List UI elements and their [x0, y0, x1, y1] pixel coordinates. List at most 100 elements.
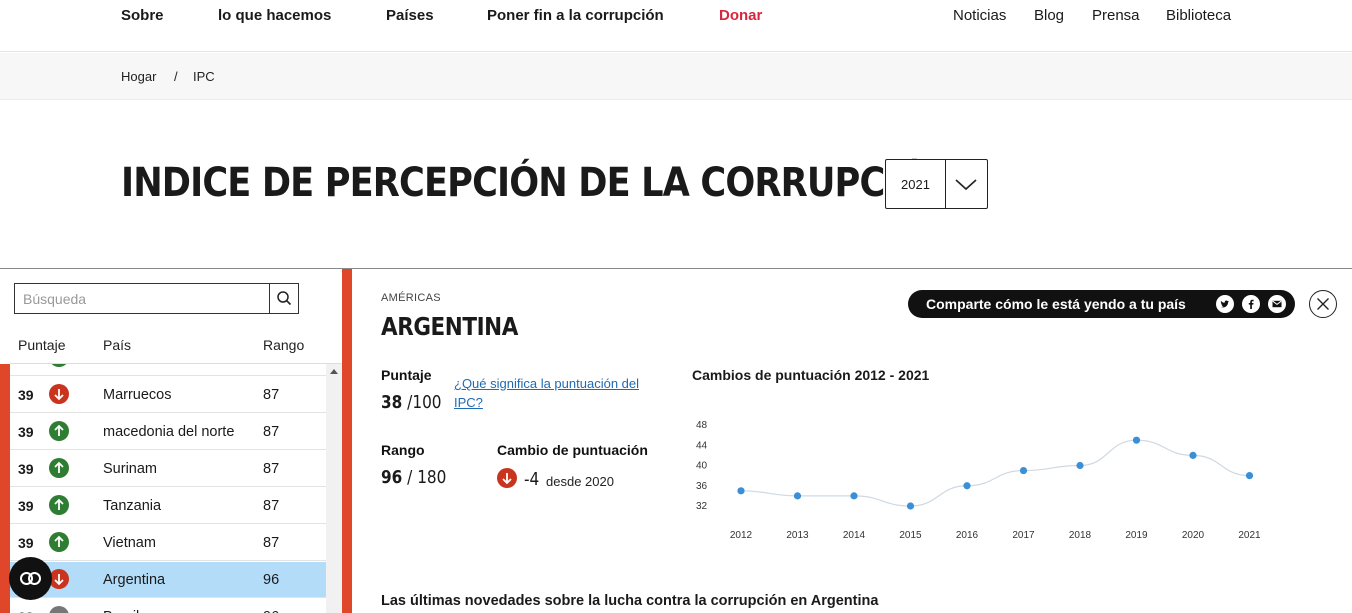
data-point[interactable] — [906, 502, 915, 510]
table-row[interactable] — [10, 364, 326, 376]
row-rank: 96 — [263, 572, 280, 588]
row-country: macedonia del norte — [103, 424, 235, 440]
row-score: 39 — [18, 387, 34, 403]
row-rank: 87 — [263, 424, 280, 440]
close-button[interactable] — [1309, 290, 1337, 318]
table-row[interactable]: 39 macedonia del norte 87 — [10, 414, 326, 450]
score-label: Puntaje — [381, 367, 432, 383]
y-tick-label: 48 — [696, 420, 708, 431]
chevron-down-icon — [955, 179, 977, 191]
arrow-up-icon — [49, 495, 69, 515]
row-score: 39 — [18, 535, 34, 551]
top-navigation: Sobre lo que hacemos Países Poner fin a … — [0, 0, 1352, 52]
y-tick-label: 40 — [696, 461, 708, 472]
data-point[interactable] — [850, 492, 858, 500]
row-score: 39 — [18, 461, 34, 477]
row-country: Tanzania — [103, 498, 162, 514]
row-score: 39 — [18, 424, 34, 440]
x-tick-label: 2014 — [843, 530, 866, 541]
nav-item-paises[interactable]: Países — [386, 7, 434, 24]
facebook-icon[interactable] — [1242, 295, 1260, 313]
table-row[interactable]: 39 Vietnam 87 — [10, 525, 326, 561]
data-point[interactable] — [1245, 472, 1254, 480]
score-value: 38 — [381, 392, 403, 413]
x-tick-label: 2012 — [730, 530, 753, 541]
arrow-up-icon — [49, 421, 69, 441]
row-rank: 87 — [263, 387, 280, 403]
table-row[interactable]: 39 Surinam 87 — [10, 451, 326, 487]
arrow-down-icon — [497, 468, 517, 488]
row-country: Brasil — [103, 609, 139, 613]
arrow-up-icon — [49, 364, 69, 367]
change-since: desde 2020 — [546, 474, 614, 489]
change-label: Cambio de puntuación — [497, 442, 648, 458]
data-point[interactable] — [963, 482, 971, 490]
scroll-up-arrow-icon[interactable] — [330, 369, 338, 374]
data-point[interactable] — [1132, 436, 1141, 444]
arrow-up-icon — [49, 458, 69, 478]
table-row[interactable]: 38Argentina96 — [10, 562, 326, 598]
row-rank: 96 — [263, 609, 279, 613]
year-select[interactable]: 2021 — [885, 159, 988, 209]
score-total: /100 — [407, 392, 442, 413]
dash-icon — [49, 606, 69, 613]
breadcrumb-home[interactable]: Hogar — [121, 69, 156, 84]
share-label: Comparte cómo le está yendo a tu país — [926, 296, 1186, 312]
data-point[interactable] — [737, 487, 745, 495]
table-row[interactable]: 39 Tanzania 87 — [10, 488, 326, 524]
nav-item-blog[interactable]: Blog — [1034, 7, 1064, 24]
nav-item-prensa[interactable]: Prensa — [1092, 7, 1140, 24]
table-row[interactable]: 39 Marruecos 87 — [10, 377, 326, 413]
data-point[interactable] — [793, 492, 802, 500]
row-country: Vietnam — [103, 535, 156, 551]
nav-item-lo-que-hacemos[interactable]: lo que hacemos — [218, 7, 331, 24]
page-title: INDICE DE PERCEPCIÓN DE LA CORRUPCIÓN — [121, 160, 955, 206]
table-row[interactable]: 38 Brasil 96 — [10, 599, 326, 613]
column-header-score[interactable]: Puntaje — [18, 337, 65, 353]
score-value-group: 38 /100 — [381, 392, 442, 413]
search-box — [14, 283, 299, 314]
rank-value-group: 96 / 180 — [381, 467, 446, 488]
column-header-rank[interactable]: Rango — [263, 337, 304, 353]
list-scrollbar[interactable] — [326, 364, 342, 613]
nav-item-biblioteca[interactable]: Biblioteca — [1166, 7, 1231, 24]
score-history-chart: 32 36 40 44 48 2012 2013 2014 2015 2016 2017 2018 20… — [696, 420, 1261, 541]
x-tick-label: 2019 — [1125, 530, 1148, 541]
change-value: -4 — [524, 469, 540, 490]
arrow-up-icon — [49, 532, 69, 552]
arrow-down-icon — [49, 569, 69, 589]
column-header-country[interactable]: País — [103, 337, 131, 353]
row-rank: 87 — [263, 498, 280, 514]
country-title: ARGENTINA — [381, 312, 518, 341]
email-icon[interactable] — [1268, 295, 1286, 313]
nav-item-donar[interactable]: Donar — [719, 7, 762, 24]
x-tick-label: 2016 — [956, 530, 979, 541]
score-explanation-link[interactable]: ¿Qué significa la puntuación del IPC? — [454, 374, 654, 412]
search-input[interactable] — [15, 284, 271, 313]
region-label: AMÉRICAS — [381, 292, 441, 304]
nav-item-noticias[interactable]: Noticias — [953, 7, 1006, 24]
x-tick-label: 2018 — [1069, 530, 1092, 541]
panel-divider — [342, 269, 352, 613]
row-score: 38 — [18, 609, 34, 613]
row-country: Argentina — [103, 572, 166, 588]
share-button[interactable]: Comparte cómo le está yendo a tu país — [908, 290, 1295, 318]
search-button[interactable] — [269, 284, 298, 313]
rank-value: 96 — [381, 467, 403, 488]
chat-button[interactable] — [9, 557, 52, 600]
news-section-title: Las últimas novedades sobre la lucha con… — [381, 593, 879, 609]
chart-title: Cambios de puntuación 2012 - 2021 — [692, 367, 930, 383]
breadcrumb-separator: / — [174, 69, 178, 84]
data-point[interactable] — [1076, 461, 1084, 470]
x-tick-label: 2021 — [1238, 530, 1261, 541]
nav-item-sobre[interactable]: Sobre — [121, 7, 164, 24]
data-point[interactable] — [1189, 451, 1197, 459]
twitter-icon[interactable] — [1216, 295, 1234, 313]
row-country: Surinam — [103, 461, 157, 477]
year-select-divider — [945, 160, 946, 208]
country-list: 39 Marruecos 87 39 macedonia del norte 87 39 Su… — [10, 364, 326, 613]
nav-item-poner-fin[interactable]: Poner fin a la corrupción — [487, 7, 664, 24]
data-point[interactable] — [1019, 466, 1028, 475]
x-tick-label: 2015 — [899, 530, 922, 541]
y-tick-label: 36 — [696, 481, 708, 492]
